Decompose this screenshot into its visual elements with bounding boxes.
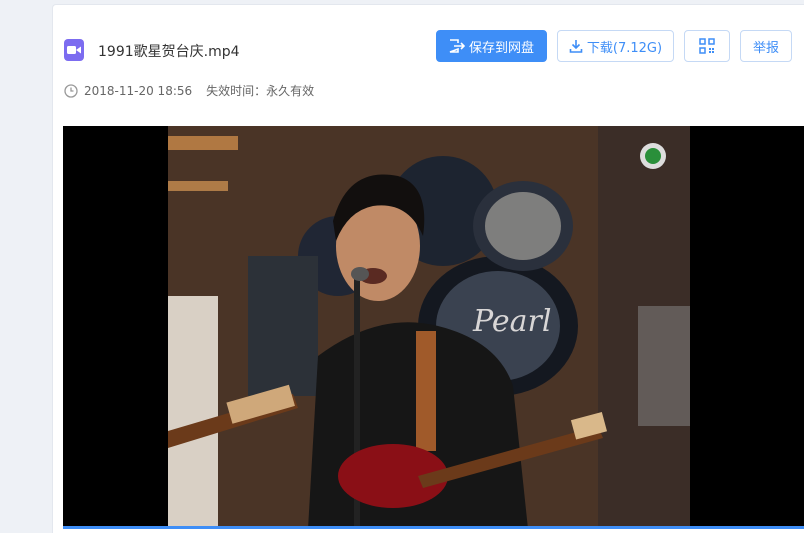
concert-scene-image: Pearl — [168, 126, 690, 529]
save-button-label: 保存到网盘 — [468, 40, 534, 56]
video-frame: Pearl — [168, 126, 690, 529]
video-progress-bar[interactable] — [63, 526, 804, 529]
file-meta: 2018-11-20 18:56 失效时间：永久有效 — [64, 82, 314, 99]
svg-text:Pearl: Pearl — [472, 304, 551, 339]
report-button[interactable]: 举报 — [740, 30, 792, 62]
created-time: 2018-11-20 18:56 — [84, 83, 193, 98]
qr-code-button[interactable] — [684, 30, 730, 62]
save-to-netdisk-button[interactable]: 保存到网盘 — [436, 30, 547, 62]
expiry-text: 失效时间：永久有效 — [206, 84, 315, 98]
clock-icon — [64, 83, 78, 98]
qr-code-icon — [699, 38, 715, 54]
file-share-panel: 1991歌星贺台庆.mp4 2018-11-20 18:56 失效时间：永久有效… — [52, 4, 804, 533]
download-icon — [569, 40, 583, 53]
file-name: 1991歌星贺台庆.mp4 — [98, 44, 240, 60]
report-button-label: 举报 — [752, 40, 779, 56]
save-icon — [449, 39, 465, 53]
video-player[interactable]: Pearl — [63, 126, 804, 529]
download-button[interactable]: 下载(7.12G) — [557, 30, 674, 62]
download-button-label: 下载(7.12G) — [586, 40, 663, 56]
video-file-icon — [64, 39, 84, 61]
